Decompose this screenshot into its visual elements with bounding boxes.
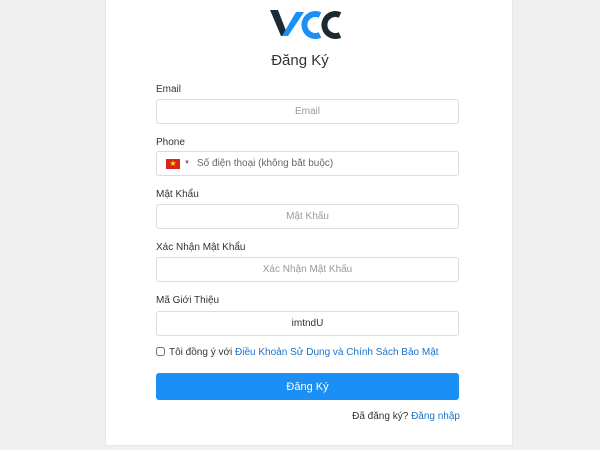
phone-field[interactable]: ★ ▼ — [156, 151, 459, 176]
terms-link[interactable]: Điều Khoản Sử Dụng và Chính Sách Bảo Mật — [235, 347, 438, 358]
password-field[interactable] — [156, 204, 459, 229]
phone-label: Phone — [156, 137, 185, 148]
caret-down-icon[interactable]: ▼ — [184, 160, 190, 166]
email-label: Email — [156, 84, 182, 95]
page-title: Đăng Ký — [271, 52, 329, 69]
terms-agreement: Tôi đồng ý với Điều Khoản Sử Dụng và Chí… — [156, 347, 439, 358]
vietnam-flag-icon[interactable]: ★ — [166, 159, 180, 169]
terms-label: Tôi đồng ý với — [169, 347, 233, 358]
phone-input[interactable] — [197, 154, 452, 173]
login-prompt: Đã đăng ký? Đăng nhập — [352, 411, 460, 422]
terms-checkbox[interactable] — [156, 347, 165, 356]
login-link[interactable]: Đăng nhập — [411, 411, 460, 422]
confirm-password-field[interactable] — [156, 257, 459, 282]
email-field[interactable] — [156, 99, 459, 124]
vcc-logo — [270, 10, 342, 39]
password-label: Mật Khẩu — [156, 189, 199, 200]
referral-code-field[interactable] — [156, 311, 459, 336]
register-button[interactable]: Đăng Ký — [156, 373, 459, 400]
confirm-password-label: Xác Nhận Mật Khẩu — [156, 242, 246, 253]
referral-label: Mã Giới Thiệu — [156, 295, 220, 306]
login-prompt-text: Đã đăng ký? — [352, 411, 409, 422]
